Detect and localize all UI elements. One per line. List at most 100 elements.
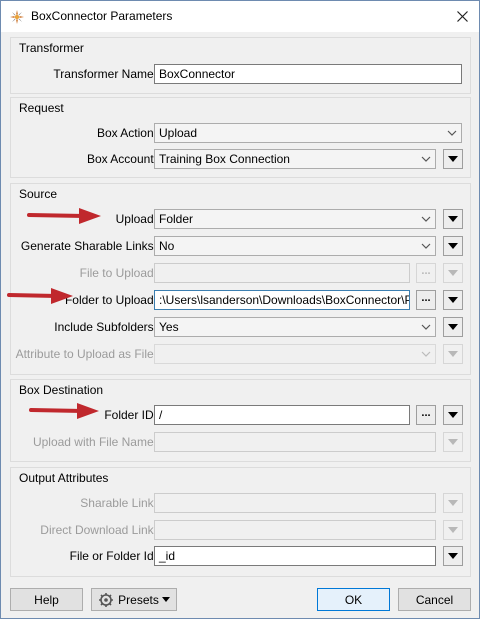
sharable-links-value: No xyxy=(159,239,175,253)
sharable-link-label: Sharable Link: xyxy=(80,496,157,510)
title-bar: BoxConnector Parameters xyxy=(1,1,479,32)
chevron-down-icon xyxy=(447,130,457,136)
ellipsis-icon: ... xyxy=(421,265,431,277)
box-action-label: Box Action: xyxy=(96,126,157,140)
file-to-upload-label: File to Upload: xyxy=(79,266,157,280)
sharable-link-input[interactable] xyxy=(154,493,436,513)
presets-button-label: Presets xyxy=(118,592,159,607)
include-subfolders-label: Include Subfolders: xyxy=(54,320,157,334)
include-subfolders-select[interactable]: Yes xyxy=(154,317,436,337)
attribute-upload-select[interactable] xyxy=(154,344,436,364)
ellipsis-icon: ... xyxy=(421,407,431,419)
help-button[interactable]: Help xyxy=(10,588,83,611)
row-sharable-link: Sharable Link: xyxy=(11,492,470,514)
upload-value: Folder xyxy=(159,212,194,226)
presets-button[interactable]: Presets xyxy=(91,588,177,611)
row-include-subfolders: Include Subfolders: Yes xyxy=(11,316,470,338)
output-attributes-group: Output Attributes Sharable Link: Direct … xyxy=(10,467,471,577)
transformer-group: Transformer Transformer Name: BoxConnect… xyxy=(10,37,471,94)
folder-id-browse-button[interactable]: ... xyxy=(416,405,436,425)
triangle-down-icon xyxy=(448,297,458,303)
triangle-down-icon xyxy=(448,439,458,445)
chevron-down-icon xyxy=(421,243,431,249)
group-title-source: Source xyxy=(19,187,58,201)
help-button-label: Help xyxy=(34,592,59,607)
chevron-down-icon xyxy=(421,216,431,222)
sharable-links-menu-button[interactable] xyxy=(443,236,463,256)
upload-with-name-menu-button[interactable] xyxy=(443,432,463,452)
folder-id-input[interactable]: / xyxy=(154,405,410,425)
chevron-down-icon xyxy=(421,324,431,330)
row-file-to-upload: File to Upload: ... xyxy=(11,262,470,284)
row-folder-to-upload: Folder to Upload: :\Users\lsanderson\Dow… xyxy=(11,289,470,311)
file-to-upload-browse-button[interactable]: ... xyxy=(416,263,436,283)
file-folder-id-input[interactable]: _id xyxy=(154,546,436,566)
close-button[interactable] xyxy=(445,1,479,32)
row-box-account: Box Account: Training Box Connection xyxy=(11,148,470,170)
file-to-upload-input[interactable] xyxy=(154,263,410,283)
row-transformer-name: Transformer Name: BoxConnector xyxy=(11,63,470,85)
folder-to-upload-input[interactable]: :\Users\lsanderson\Downloads\BoxConnecto… xyxy=(154,290,410,310)
folder-id-label: Folder ID: xyxy=(104,408,157,422)
include-subfolders-menu-button[interactable] xyxy=(443,317,463,337)
group-title-box-destination: Box Destination xyxy=(19,383,104,397)
file-folder-id-label: File or Folder Id: xyxy=(69,549,157,563)
direct-download-label: Direct Download Link: xyxy=(40,523,157,537)
row-direct-download: Direct Download Link: xyxy=(11,519,470,541)
annotation-arrow-folder-id-icon xyxy=(29,403,99,419)
group-title-output-attributes: Output Attributes xyxy=(19,471,109,485)
triangle-down-icon xyxy=(448,527,458,533)
folder-id-menu-button[interactable] xyxy=(443,405,463,425)
transformer-name-label: Transformer Name: xyxy=(53,67,157,81)
folder-to-upload-menu-button[interactable] xyxy=(443,290,463,310)
row-box-action: Box Action: Upload xyxy=(11,122,470,144)
row-sharable-links: Generate Sharable Links: No xyxy=(11,235,470,257)
transformer-name-input[interactable]: BoxConnector xyxy=(154,64,462,84)
box-action-value: Upload xyxy=(159,126,198,140)
include-subfolders-value: Yes xyxy=(159,320,179,334)
upload-with-name-input[interactable] xyxy=(154,432,436,452)
box-account-menu-button[interactable] xyxy=(443,149,463,169)
presets-dropdown-icon xyxy=(161,597,170,602)
triangle-down-icon xyxy=(448,156,458,162)
upload-label: Upload: xyxy=(115,212,157,226)
row-attribute-upload: Attribute to Upload as File: xyxy=(11,343,470,365)
triangle-down-icon xyxy=(448,351,458,357)
folder-to-upload-browse-button[interactable]: ... xyxy=(416,290,436,310)
file-to-upload-menu-button[interactable] xyxy=(443,263,463,283)
cancel-button-label: Cancel xyxy=(415,592,454,607)
attribute-upload-label: Attribute to Upload as File: xyxy=(15,347,157,361)
cancel-button[interactable]: Cancel xyxy=(398,588,471,611)
triangle-down-icon xyxy=(448,553,458,559)
box-account-select[interactable]: Training Box Connection xyxy=(154,149,436,169)
request-group: Request Box Action: Upload Box Account: … xyxy=(10,97,471,178)
annotation-arrow-upload-icon xyxy=(27,208,101,224)
group-title-request: Request xyxy=(19,101,64,115)
ok-button-label: OK xyxy=(344,592,363,607)
triangle-down-icon xyxy=(448,243,458,249)
row-file-folder-id: File or Folder Id: _id xyxy=(11,545,470,567)
triangle-down-icon xyxy=(448,216,458,222)
triangle-down-icon xyxy=(448,324,458,330)
folder-to-upload-label: Folder to Upload: xyxy=(64,293,157,307)
upload-select[interactable]: Folder xyxy=(154,209,436,229)
sharable-links-label: Generate Sharable Links: xyxy=(20,239,157,253)
box-action-select[interactable]: Upload xyxy=(154,123,462,143)
direct-download-input[interactable] xyxy=(154,520,436,540)
box-account-value: Training Box Connection xyxy=(159,152,290,166)
chevron-down-icon xyxy=(421,156,431,162)
sharable-link-menu-button[interactable] xyxy=(443,493,463,513)
ok-button[interactable]: OK xyxy=(317,588,390,611)
group-title-transformer: Transformer xyxy=(19,41,84,55)
attribute-upload-menu-button[interactable] xyxy=(443,344,463,364)
direct-download-menu-button[interactable] xyxy=(443,520,463,540)
presets-icon xyxy=(99,592,114,607)
close-icon xyxy=(456,11,468,22)
upload-menu-button[interactable] xyxy=(443,209,463,229)
box-account-label: Box Account: xyxy=(86,152,157,166)
fme-app-icon xyxy=(10,10,24,24)
chevron-down-icon xyxy=(421,351,431,357)
triangle-down-icon xyxy=(448,412,458,418)
sharable-links-select[interactable]: No xyxy=(154,236,436,256)
file-folder-id-menu-button[interactable] xyxy=(443,546,463,566)
